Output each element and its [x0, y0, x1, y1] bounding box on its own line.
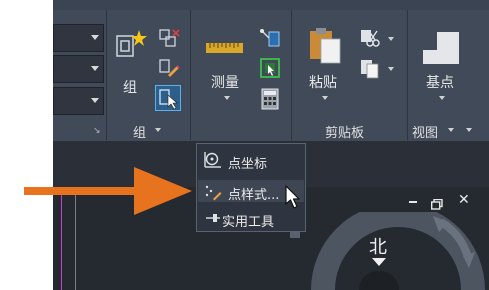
- measure-label: 测量: [211, 75, 239, 91]
- point-style-icon: [205, 185, 222, 201]
- cut-button[interactable]: [359, 28, 385, 50]
- quick-select-button[interactable]: [259, 57, 281, 79]
- pin-tool-icon: [206, 214, 220, 222]
- chevron-down-icon[interactable]: [439, 96, 445, 100]
- group-edit-icon: [159, 59, 180, 77]
- chevron-down-icon[interactable]: [388, 67, 394, 71]
- clipboard-icon: [310, 28, 341, 64]
- scissors-icon: [361, 30, 380, 47]
- group-select-icon: [159, 89, 178, 110]
- chevron-down-icon[interactable]: [466, 128, 472, 132]
- menu-item-label: 点坐标: [228, 157, 268, 172]
- panel-separator: [407, 10, 408, 140]
- chevron-down-icon[interactable]: [155, 128, 161, 132]
- id-point-icon: [260, 29, 280, 47]
- north-label: 北: [369, 237, 387, 258]
- viewcube-compass[interactable]: [303, 212, 489, 290]
- group-edit-button[interactable]: [158, 57, 180, 79]
- group-button-label: 组: [123, 80, 137, 96]
- menu-item-point-coordinates[interactable]: 点坐标: [198, 149, 304, 172]
- north-pointer-icon: [372, 258, 386, 266]
- application-window: ↘ 组 组 测量 粘贴 剪贴板 基点 视图 ✕ 北 点坐标 点样式... 实用工…: [53, 0, 489, 290]
- base-point-button[interactable]: [421, 30, 461, 66]
- chevron-down-icon: [91, 66, 99, 71]
- group-select-toggle[interactable]: [155, 85, 181, 111]
- paste-button[interactable]: [308, 26, 342, 64]
- mouse-cursor-icon: [285, 185, 300, 209]
- id-point-button[interactable]: [259, 28, 281, 50]
- close-icon[interactable]: ✕: [458, 192, 470, 208]
- group-button[interactable]: [113, 30, 147, 60]
- restore-icon[interactable]: [430, 195, 443, 210]
- chevron-down-icon[interactable]: [322, 96, 328, 100]
- panel-separator: [291, 10, 292, 140]
- chevron-down-icon[interactable]: [448, 128, 454, 132]
- chevron-down-icon: [91, 35, 99, 40]
- layer-combo-1[interactable]: [53, 24, 104, 52]
- panel-separator: [106, 10, 107, 140]
- annotation-arrow: [24, 167, 192, 215]
- menu-item-label: 点样式...: [228, 188, 280, 203]
- point-coordinates-icon: [204, 152, 221, 168]
- quick-select-icon: [260, 58, 280, 78]
- calculator-icon: [261, 88, 279, 110]
- menu-item-label: 实用工具: [222, 215, 275, 230]
- base-point-label: 基点: [426, 75, 454, 91]
- ungroup-icon: [159, 29, 180, 47]
- layer-combo-2[interactable]: [53, 55, 104, 83]
- calculator-button[interactable]: [261, 88, 279, 110]
- ungroup-button[interactable]: [158, 28, 180, 50]
- layer-combo-3[interactable]: [53, 87, 104, 115]
- chevron-down-icon[interactable]: [224, 96, 230, 100]
- paste-label: 粘贴: [309, 75, 337, 91]
- panel-launcher-icon[interactable]: ↘: [93, 126, 101, 136]
- chevron-down-icon[interactable]: [388, 37, 394, 41]
- panel-separator: [190, 10, 191, 140]
- base-point-icon: [423, 32, 459, 64]
- ruler-icon: [206, 43, 243, 53]
- chevron-down-icon: [91, 98, 99, 103]
- view-panel-label: 视图: [412, 126, 439, 141]
- measure-button[interactable]: [206, 40, 244, 54]
- group-panel-label: 组: [133, 126, 147, 141]
- copy-button[interactable]: [359, 58, 381, 80]
- group-icon: [116, 30, 147, 57]
- clipboard-panel-label: 剪贴板: [325, 126, 365, 141]
- minimize-icon[interactable]: [409, 201, 417, 203]
- ribbon: ↘ 组 组 测量 粘贴 剪贴板 基点 视图: [53, 10, 489, 141]
- copy-icon: [361, 60, 379, 79]
